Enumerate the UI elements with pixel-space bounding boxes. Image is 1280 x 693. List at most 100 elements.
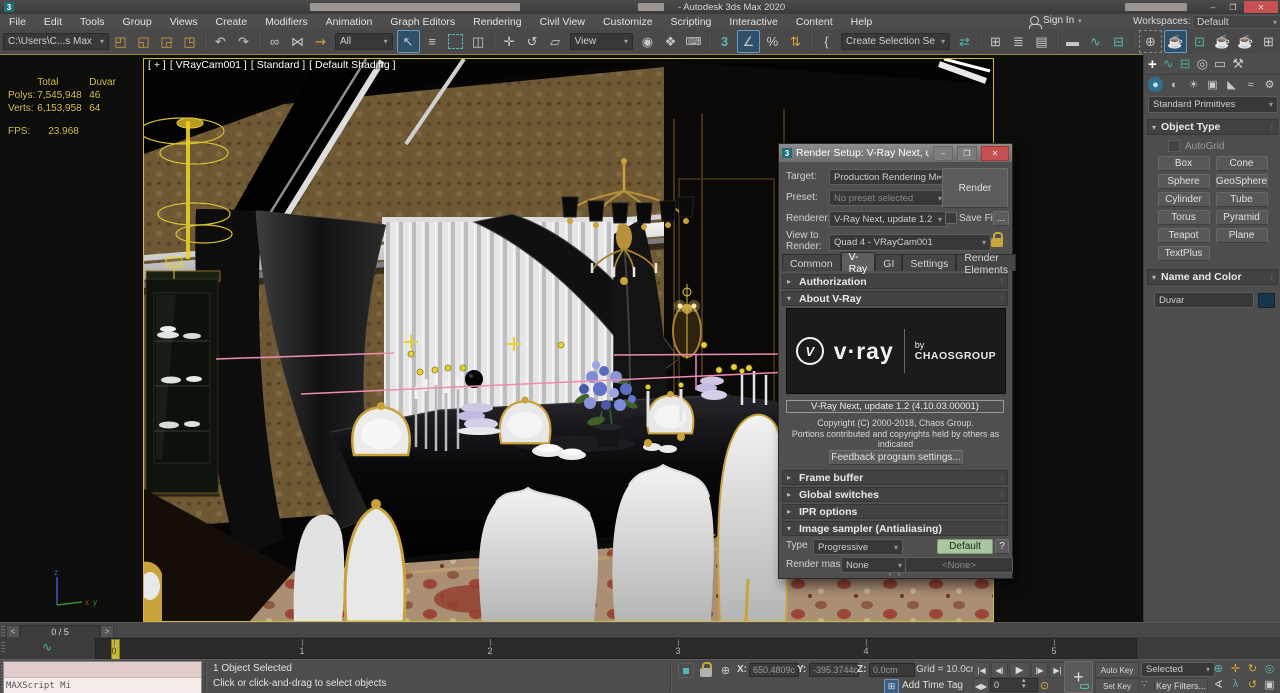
set-key-button[interactable]: Set Key [1095,678,1139,693]
category-systems-icon[interactable]: ⚙ [1262,77,1277,92]
primitives-dropdown[interactable]: Standard Primitives ▾ [1148,96,1278,113]
save-file-checkbox[interactable] [945,212,957,224]
render-setup-icon[interactable]: ☕ [1164,30,1187,53]
dialog-close-button[interactable]: ✕ [981,146,1009,161]
tab-modify-icon[interactable]: ∿ [1163,56,1174,72]
y-coord-field[interactable]: -395.3744c [809,663,859,677]
frame-spinner[interactable]: ▴▾ [1022,678,1026,690]
render-button[interactable]: Render [942,168,1008,208]
tab-create-icon[interactable]: + [1148,56,1157,73]
app-icon[interactable]: 3 [4,2,14,12]
viewport-pov-menu[interactable]: [ VRayCam001 ] [170,59,247,71]
maximize-viewport-toggle-icon[interactable]: ▣ [1262,677,1277,691]
select-and-rotate-icon[interactable]: ↺ [522,31,543,52]
select-and-scale-icon[interactable]: ▱ [545,31,566,52]
viewport-general-menu[interactable]: [ + ] [148,59,166,71]
menu-customize[interactable]: Customize [594,16,662,28]
rollout-authorization[interactable]: ▸ Authorization ⁝ [782,274,1008,289]
auto-key-button[interactable]: Auto Key [1095,662,1139,678]
menu-rendering[interactable]: Rendering [464,16,530,28]
target-dropdown[interactable]: Production Rendering Mode ▾ [829,169,947,185]
layer-manager-icon[interactable]: ≣ [1008,31,1029,52]
workspace-dropdown[interactable]: Default ▾ [1192,15,1280,29]
percent-snap-icon[interactable]: % [762,31,783,52]
render-flyout-icon[interactable]: ☕ [1235,31,1256,52]
tab-gi[interactable]: GI [875,254,902,271]
window-crossing-icon[interactable]: ◫ [468,31,489,52]
object-name-field[interactable]: Duvar [1154,292,1254,308]
button-cone[interactable]: Cone [1216,156,1268,171]
menu-edit[interactable]: Edit [35,16,71,28]
add-time-tag-icon[interactable]: ⊞ [884,679,899,693]
category-spacewarps-icon[interactable]: ≈ [1243,77,1258,92]
select-and-move-icon[interactable]: ✛ [499,31,520,52]
mirror-icon[interactable]: ⇄ [954,31,975,52]
render-production-icon[interactable]: ☕ [1212,31,1233,52]
named-selection-sets-icon[interactable]: { [816,31,837,52]
button-pyramid[interactable]: Pyramid [1216,210,1268,225]
select-object-icon[interactable]: ↖ [397,30,420,53]
orbit-icon[interactable]: ↻ [1245,661,1260,675]
use-pivot-center-icon[interactable]: ◉ [637,31,658,52]
tab-render-elements[interactable]: Render Elements [956,254,1016,271]
undo-icon[interactable]: ↶ [210,31,231,52]
menu-modifiers[interactable]: Modifiers [256,16,317,28]
preset-dropdown[interactable]: No preset selected ▾ [829,190,947,206]
renderer-dropdown[interactable]: V-Ray Next, update 1.2 ▾ [829,211,947,227]
minimize-button[interactable]: – [1204,1,1222,13]
menu-help[interactable]: Help [842,16,882,28]
bind-to-spacewarp-icon[interactable]: ⇝ [310,31,331,52]
rollout-name-color[interactable]: ▾ Name and Color ⁝ [1147,269,1278,285]
rollout-image-sampler[interactable]: ▾ Image sampler (Antialiasing) ⁝ [782,521,1008,536]
open-scene-icon[interactable]: ◱ [133,31,154,52]
rollout-frame-buffer[interactable]: ▸ Frame buffer ⁝ [782,470,1008,485]
curve-editor-icon[interactable]: ∿ [1085,31,1106,52]
play-button[interactable]: ▶ [1009,662,1030,678]
button-box[interactable]: Box [1158,156,1210,171]
button-plane[interactable]: Plane [1216,228,1268,243]
category-lights-icon[interactable]: ☀ [1186,77,1201,92]
tab-hierarchy-icon[interactable]: ⊟ [1180,56,1191,72]
x-coord-field[interactable]: 650.4809c [749,663,799,677]
current-frame-field[interactable]: 0 [990,678,1038,692]
lock-view-icon[interactable] [991,238,1003,247]
category-cameras-icon[interactable]: ▣ [1205,77,1220,92]
splitter-handle[interactable] [1,642,5,654]
menu-scripting[interactable]: Scripting [662,16,721,28]
menu-group[interactable]: Group [114,16,161,28]
named-selection-dropdown[interactable]: Create Selection Se ▾ [841,33,950,50]
rectangular-selection-region-icon[interactable] [445,31,466,52]
button-tube[interactable]: Tube [1216,192,1268,207]
zoom-icon[interactable]: ⊕ [1211,661,1226,675]
snap-toggle-icon[interactable]: 3 [714,31,735,52]
selection-filter-dropdown[interactable]: All ▾ [335,33,393,50]
align-icon[interactable]: ⊞ [985,31,1006,52]
add-time-tag-label[interactable]: Add Time Tag [902,680,963,691]
unlink-selection-icon[interactable]: ⋈ [287,31,308,52]
menu-animation[interactable]: Animation [317,16,382,28]
menu-file[interactable]: File [0,16,35,28]
autogrid-checkbox[interactable] [1168,140,1180,152]
schematic-view-icon[interactable]: ⊟ [1108,31,1129,52]
go-to-start-button[interactable]: |◀ [973,662,990,678]
splitter-handle[interactable] [1,626,5,636]
menu-tools[interactable]: Tools [71,16,114,28]
sampler-help-button[interactable]: ? [995,539,1009,554]
select-and-manipulate-icon[interactable]: ❖ [660,31,681,52]
menu-civil-view[interactable]: Civil View [531,16,594,28]
button-teapot[interactable]: Teapot [1158,228,1210,243]
absolute-mode-toggle[interactable]: ⊕ [718,663,733,678]
viewport-shading-menu[interactable]: [ Default Shading ] [309,59,395,71]
save-scene-icon[interactable]: ◲ [156,31,177,52]
material-editor-icon[interactable]: ⊕ [1139,30,1162,53]
key-filters-paw-icon[interactable]: ∵ [1141,679,1147,690]
save-as-icon[interactable]: ◳ [179,31,200,52]
rollout-about-vray[interactable]: ▾ About V-Ray ⁝ [782,291,1008,306]
tab-display-icon[interactable]: ▭ [1214,56,1226,72]
fov-icon[interactable]: ∢ [1211,677,1226,691]
rollout-ipr-options[interactable]: ▸ IPR options ⁝ [782,504,1008,519]
maxscript-listener-row[interactable]: MAXScript Mi [4,678,201,693]
menu-content[interactable]: Content [787,16,842,28]
sign-in-menu[interactable]: Sign In ▾ [1030,15,1082,26]
close-button[interactable]: ✕ [1244,1,1278,13]
